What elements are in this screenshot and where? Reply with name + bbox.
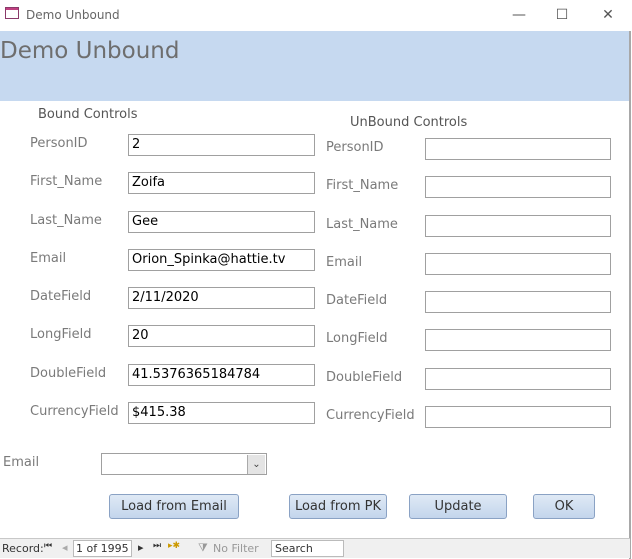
minimize-button[interactable]: — <box>504 4 534 26</box>
unbound-field-input[interactable] <box>425 253 611 275</box>
load-from-email-button[interactable]: Load from Email <box>109 494 239 519</box>
email-combo-label: Email <box>3 455 40 470</box>
bound-label: DoubleField <box>30 366 107 381</box>
previous-record-icon[interactable]: ◂ <box>62 541 68 554</box>
email-combo[interactable] <box>101 453 267 475</box>
next-record-icon[interactable]: ▸ <box>138 541 144 554</box>
form-icon <box>5 7 19 19</box>
ok-button[interactable]: OK <box>533 494 595 519</box>
bound-label: First_Name <box>30 174 103 189</box>
unbound-label: Email <box>326 255 363 270</box>
filter-icon: ⧩ <box>198 541 208 554</box>
form-title: Demo Unbound <box>0 38 180 64</box>
unbound-field-input[interactable] <box>425 215 611 237</box>
bound-field-input[interactable]: 20 <box>128 325 315 347</box>
bound-label: Email <box>30 251 67 266</box>
window-title: Demo Unbound <box>26 8 120 22</box>
bound-field-input[interactable]: Gee <box>128 211 315 233</box>
bound-heading: Bound Controls <box>38 107 138 122</box>
bound-label: CurrencyField <box>30 404 119 419</box>
unbound-label: LongField <box>326 331 388 346</box>
unbound-label: DoubleField <box>326 370 403 385</box>
first-record-icon[interactable]: ⏮ <box>44 541 52 551</box>
maximize-button[interactable]: ☐ <box>547 4 577 26</box>
record-navigation-bar: Record: ⏮ ◂ 1 of 1995 ▸ ⏭ ▸✱ ⧩ No Filter… <box>0 538 630 558</box>
unbound-label: PersonID <box>326 140 384 155</box>
unbound-label: Last_Name <box>326 217 398 232</box>
new-record-icon[interactable]: ▸✱ <box>168 541 180 551</box>
unbound-label: First_Name <box>326 178 399 193</box>
unbound-field-input[interactable] <box>425 291 611 313</box>
no-filter-button[interactable]: No Filter <box>213 542 259 555</box>
update-button[interactable]: Update <box>409 494 507 519</box>
bound-label: LongField <box>30 327 92 342</box>
bound-field-input[interactable]: Zoifa <box>128 172 315 194</box>
bound-field-input[interactable]: 2/11/2020 <box>128 287 315 309</box>
record-position-input[interactable]: 1 of 1995 <box>73 540 132 557</box>
bound-label: Last_Name <box>30 213 102 228</box>
bound-field-input[interactable]: $415.38 <box>128 402 315 424</box>
unbound-label: DateField <box>326 293 388 308</box>
bound-field-input[interactable]: 2 <box>128 134 315 156</box>
search-input[interactable]: Search <box>271 540 344 557</box>
close-button[interactable]: ✕ <box>593 4 623 26</box>
unbound-field-input[interactable] <box>425 329 611 351</box>
record-label: Record: <box>2 542 44 555</box>
bound-label: DateField <box>30 289 92 304</box>
unbound-field-input[interactable] <box>425 368 611 390</box>
bound-label: PersonID <box>30 136 88 151</box>
unbound-field-input[interactable] <box>425 138 611 160</box>
bound-field-input[interactable]: 41.5376365184784 <box>128 364 315 386</box>
last-record-icon[interactable]: ⏭ <box>153 541 161 551</box>
unbound-field-input[interactable] <box>425 406 611 428</box>
unbound-heading: UnBound Controls <box>350 115 468 130</box>
bound-field-input[interactable]: Orion_Spinka@hattie.tv <box>128 249 315 271</box>
load-from-pk-button[interactable]: Load from PK <box>289 494 387 519</box>
unbound-field-input[interactable] <box>425 176 611 198</box>
window-border <box>629 31 631 559</box>
unbound-label: CurrencyField <box>326 408 415 423</box>
chevron-down-icon[interactable]: ⌄ <box>247 455 265 474</box>
